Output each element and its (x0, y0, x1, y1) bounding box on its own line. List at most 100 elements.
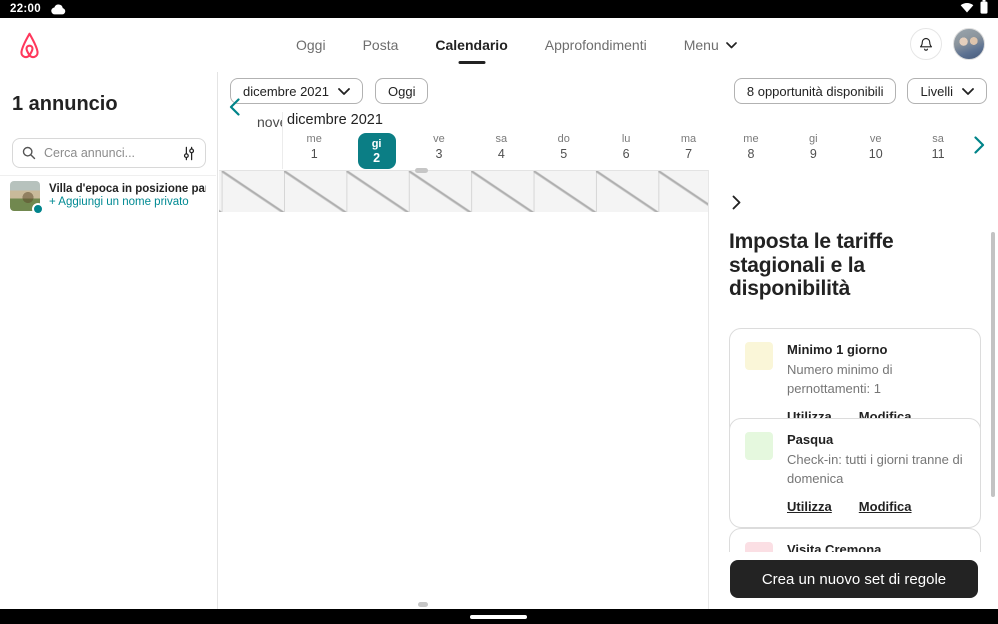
month-selector-label: dicembre 2021 (243, 84, 329, 99)
search-icon (22, 146, 36, 160)
seasonal-rules-panel: Imposta le tariffe stagionali e la dispo… (708, 170, 998, 609)
unavailable-days-row[interactable] (219, 170, 709, 212)
calendar-main: dicembre 2021 Oggi 8 opportunità disponi… (219, 72, 998, 609)
home-indicator-handle[interactable] (470, 615, 527, 619)
day-number: 9 (810, 147, 817, 162)
panel-footer: Crea un nuovo set di regole (709, 552, 998, 609)
day-column-5[interactable]: do5 (533, 132, 595, 170)
day-of-week: sa (932, 132, 944, 146)
search-placeholder: Cerca annunci... (44, 146, 174, 160)
day-number: 7 (685, 147, 692, 162)
rule-description: Numero minimo di pernottamenti: 1 (787, 361, 965, 399)
bell-icon (918, 36, 934, 53)
levels-dropdown[interactable]: Livelli (907, 78, 987, 104)
clock: 22:00 (10, 3, 41, 15)
rule-description: Check-in: tutti i giorni tranne di domen… (787, 451, 965, 489)
day-column-1[interactable]: me1 (283, 132, 345, 170)
day-of-week: gi (372, 137, 382, 151)
weather-cloud-icon (51, 4, 66, 15)
day-column-6[interactable]: lu6 (595, 132, 657, 170)
scroll-handle-bottom[interactable] (418, 602, 428, 607)
status-bar: 22:00 (0, 0, 998, 18)
day-of-week: lu (622, 132, 631, 146)
day-column-11[interactable]: sa11 (907, 132, 969, 170)
day-number: 8 (747, 147, 754, 162)
day-of-week: me (307, 132, 322, 146)
day-column-4[interactable]: sa4 (470, 132, 532, 170)
use-rule-link[interactable]: Utilizza (787, 499, 832, 514)
month-selector-dropdown[interactable]: dicembre 2021 (230, 78, 363, 104)
create-rule-set-button[interactable]: Crea un nuovo set di regole (730, 560, 978, 598)
nav-label: Posta (363, 37, 399, 53)
airbnb-logo-icon[interactable] (15, 29, 44, 66)
day-column-3[interactable]: ve3 (408, 132, 470, 170)
day-column-7[interactable]: ma7 (657, 132, 719, 170)
selected-day-box: gi2 (358, 133, 396, 169)
filters-icon[interactable] (182, 146, 196, 161)
nav-item-approfondimenti[interactable]: Approfondimenti (545, 37, 647, 53)
nav-label: Oggi (296, 37, 326, 53)
rule-name: Pasqua (787, 432, 965, 447)
listings-count-title: 1 annuncio (12, 93, 118, 116)
rule-name: Minimo 1 giorno (787, 342, 965, 357)
levels-label: Livelli (920, 84, 953, 99)
system-home-bar (0, 609, 998, 624)
today-label: Oggi (388, 84, 415, 99)
profile-avatar[interactable] (953, 28, 985, 60)
collapse-panel-chevron-icon[interactable] (732, 195, 741, 215)
today-button[interactable]: Oggi (375, 78, 428, 104)
day-of-week: ve (433, 132, 445, 146)
day-of-week: sa (496, 132, 508, 146)
day-of-week: me (743, 132, 758, 146)
wifi-icon (960, 0, 974, 18)
scroll-handle-top[interactable] (415, 168, 428, 173)
chevron-down-icon (962, 88, 974, 95)
chevron-left-icon[interactable] (229, 98, 240, 121)
top-nav: Oggi Posta Calendario Approfondimenti Me… (296, 18, 737, 72)
day-number: 6 (623, 147, 630, 162)
panel-title: Imposta le tariffe stagionali e la dispo… (729, 230, 967, 301)
battery-icon (980, 0, 988, 19)
notifications-button[interactable] (910, 28, 942, 60)
nav-label: Calendario (435, 37, 507, 53)
listings-sidebar: 1 annuncio Cerca annunci... Villa d'epoc… (0, 72, 218, 609)
day-number: 2 (373, 151, 380, 166)
listing-status-dot (32, 203, 44, 215)
nav-label: Approfondimenti (545, 37, 647, 53)
day-number: 1 (311, 147, 318, 162)
day-column-10[interactable]: ve10 (845, 132, 907, 170)
day-column-8[interactable]: me8 (720, 132, 782, 170)
day-column-2-selected[interactable]: gi2 (345, 132, 407, 170)
search-input[interactable]: Cerca annunci... (12, 138, 206, 168)
chevron-down-icon (338, 88, 350, 95)
nav-item-posta[interactable]: Posta (363, 37, 399, 53)
nav-item-calendario[interactable]: Calendario (435, 37, 507, 53)
day-header-row: me1 gi2 ve3 sa4 do5 lu6 ma7 me8 gi9 ve10… (283, 132, 969, 170)
day-of-week: ve (870, 132, 882, 146)
opportunities-label: 8 opportunità disponibili (747, 84, 884, 99)
current-month-label: dicembre 2021 (287, 112, 383, 128)
nav-item-oggi[interactable]: Oggi (296, 37, 326, 53)
day-number: 5 (560, 147, 567, 162)
day-column-9[interactable]: gi9 (782, 132, 844, 170)
nav-item-menu[interactable]: Menu (684, 37, 737, 53)
day-number: 11 (932, 147, 945, 162)
add-private-name-link[interactable]: + Aggiungi un nome privato (49, 196, 206, 208)
day-of-week: gi (809, 132, 818, 146)
listing-thumbnail (10, 181, 40, 211)
rule-card-pasqua[interactable]: Pasqua Check-in: tutti i giorni tranne d… (729, 418, 981, 528)
listing-title: Villa d'epoca in posizione panorami... (49, 183, 206, 195)
chevron-down-icon (726, 42, 737, 49)
day-number: 10 (869, 147, 883, 162)
listing-item[interactable]: Villa d'epoca in posizione panorami... +… (0, 175, 216, 215)
day-number: 3 (436, 147, 443, 162)
chevron-right-icon[interactable] (974, 136, 985, 159)
day-number: 4 (498, 147, 505, 162)
rule-color-swatch (745, 342, 773, 370)
edit-rule-link[interactable]: Modifica (859, 499, 912, 514)
opportunities-button[interactable]: 8 opportunità disponibili (734, 78, 897, 104)
day-of-week: ma (681, 132, 696, 146)
airbnb-host-calendar-screen: 22:00 Oggi Posta Calendario Approfondime… (0, 0, 998, 624)
panel-scrollbar[interactable] (991, 232, 995, 497)
day-of-week: do (558, 132, 570, 146)
